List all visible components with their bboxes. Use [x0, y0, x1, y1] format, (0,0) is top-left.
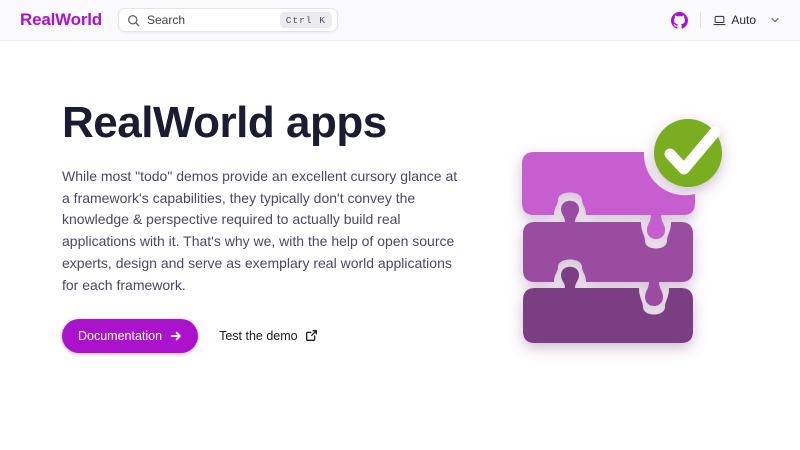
- chevron-down-icon: [770, 15, 780, 25]
- documentation-button-label: Documentation: [78, 329, 162, 343]
- laptop-icon: [713, 14, 726, 27]
- hero-text-column: RealWorld apps While most "todo" demos p…: [62, 97, 492, 355]
- theme-toggle-label: Auto: [731, 13, 756, 27]
- hero-section: RealWorld apps While most "todo" demos p…: [0, 41, 800, 355]
- search-placeholder: Search: [147, 13, 185, 27]
- github-link[interactable]: [671, 12, 688, 29]
- search-input[interactable]: Search Ctrl K: [118, 8, 338, 32]
- header-actions: Auto: [671, 12, 780, 29]
- github-icon: [671, 12, 688, 29]
- puzzle-illustration: [518, 110, 723, 355]
- arrow-right-icon: [170, 330, 182, 342]
- page-title: RealWorld apps: [62, 97, 492, 150]
- header-divider: [700, 12, 701, 28]
- hero-description: While most "todo" demos provide an excel…: [62, 166, 462, 297]
- header: RealWorld Search Ctrl K Auto: [0, 0, 800, 41]
- test-demo-link-label: Test the demo: [219, 329, 298, 343]
- site-logo[interactable]: RealWorld: [20, 10, 102, 30]
- documentation-button[interactable]: Documentation: [62, 319, 198, 353]
- hero-actions: Documentation Test the demo: [62, 319, 492, 353]
- search-shortcut-badge: Ctrl K: [280, 12, 332, 28]
- external-link-icon: [305, 329, 318, 342]
- test-demo-link[interactable]: Test the demo: [219, 329, 318, 343]
- search-icon: [127, 14, 140, 27]
- theme-toggle[interactable]: Auto: [713, 13, 780, 27]
